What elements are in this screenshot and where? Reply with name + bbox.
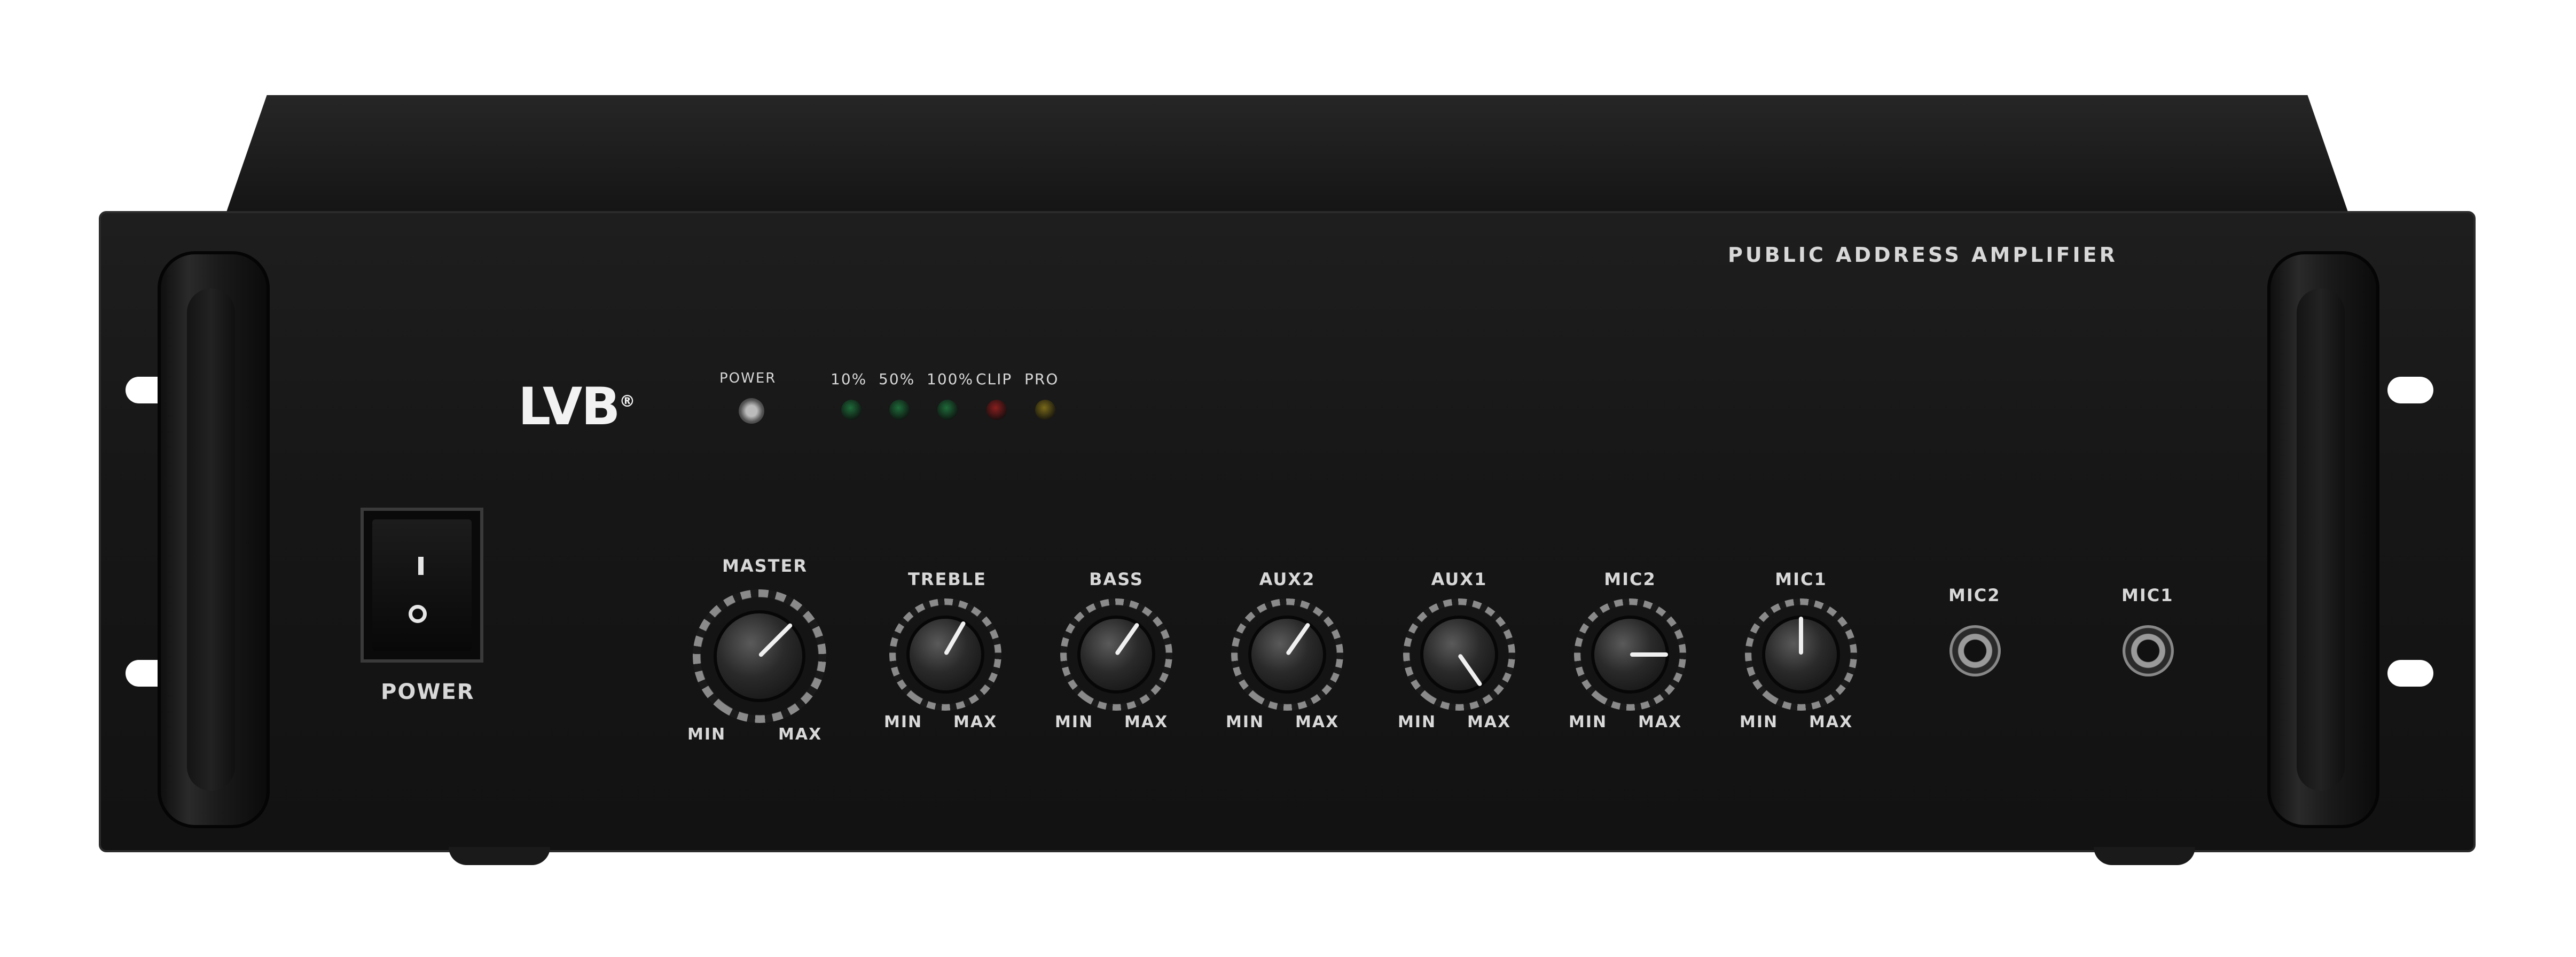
knob-max-label: MAX bbox=[1809, 713, 1853, 732]
control-knob[interactable] bbox=[693, 589, 826, 723]
knob-max-label: MAX bbox=[1638, 713, 1682, 732]
power-switch-label: POWER bbox=[381, 680, 475, 704]
power-rocker-switch[interactable] bbox=[361, 508, 483, 663]
control-knob[interactable] bbox=[1745, 598, 1857, 711]
brand-logo: LVB® bbox=[518, 377, 635, 437]
knob-label: AUX1 bbox=[1431, 569, 1487, 589]
rack-ear-hole bbox=[2387, 377, 2433, 403]
foot-right bbox=[2094, 847, 2195, 865]
brand-name: LVB bbox=[518, 377, 620, 437]
indicator-led-icon bbox=[937, 400, 958, 420]
knob-min-label: MIN bbox=[1226, 713, 1265, 732]
led-label: 50% bbox=[879, 370, 915, 388]
chassis-top-cover bbox=[224, 95, 2350, 218]
registered-mark: ® bbox=[619, 392, 635, 411]
knob-max-label: MAX bbox=[1295, 713, 1340, 732]
right-rack-handle[interactable] bbox=[2267, 251, 2379, 828]
knob-min-label: MIN bbox=[1569, 713, 1608, 732]
knob-pointer-icon bbox=[1799, 616, 1803, 655]
control-knob[interactable] bbox=[1574, 598, 1686, 711]
knob-label: AUX2 bbox=[1259, 569, 1316, 589]
knob-min-label: MIN bbox=[1398, 713, 1437, 732]
led-label: PRO bbox=[1024, 370, 1059, 388]
knob-min-label: MIN bbox=[1740, 713, 1779, 732]
led-label: 100% bbox=[927, 370, 974, 388]
knob-max-label: MAX bbox=[778, 725, 823, 744]
knob-max-label: MAX bbox=[1467, 713, 1512, 732]
knob-pointer-icon bbox=[1630, 652, 1669, 657]
amplifier-image: PUBLIC ADDRESS AMPLIFIER LVB® POWER POWE… bbox=[0, 0, 2576, 957]
knob-min-label: MIN bbox=[884, 713, 923, 732]
control-knob[interactable] bbox=[1060, 598, 1172, 711]
knob-label: MIC2 bbox=[1604, 569, 1656, 589]
foot-left bbox=[449, 847, 550, 865]
knob-label: MASTER bbox=[722, 556, 808, 576]
mic-input-jack[interactable] bbox=[1949, 625, 2001, 676]
indicator-led-icon bbox=[889, 400, 910, 420]
model-title: PUBLIC ADDRESS AMPLIFIER bbox=[1728, 243, 2118, 267]
knob-label: TREBLE bbox=[908, 569, 986, 589]
rack-ear-hole bbox=[2387, 660, 2433, 687]
left-rack-handle[interactable] bbox=[158, 251, 270, 828]
mic-input-jack[interactable] bbox=[2123, 625, 2174, 676]
control-knob[interactable] bbox=[889, 598, 1001, 711]
knob-min-label: MIN bbox=[1055, 713, 1094, 732]
off-symbol-icon bbox=[409, 605, 427, 623]
indicator-led-icon bbox=[986, 400, 1007, 420]
knob-label: BASS bbox=[1089, 569, 1144, 589]
on-symbol-icon bbox=[418, 557, 424, 575]
power-indicator-label: POWER bbox=[719, 370, 777, 386]
power-indicator-led-icon bbox=[739, 398, 764, 424]
rocker-paddle[interactable] bbox=[372, 519, 472, 651]
led-label: CLIP bbox=[976, 370, 1013, 388]
knob-max-label: MAX bbox=[1124, 713, 1169, 732]
knob-label: MIC1 bbox=[1775, 569, 1827, 589]
control-knob[interactable] bbox=[1403, 598, 1515, 711]
jack-label: MIC1 bbox=[2121, 585, 2174, 605]
led-label: 10% bbox=[831, 370, 867, 388]
jack-label: MIC2 bbox=[1948, 585, 2001, 605]
knob-max-label: MAX bbox=[953, 713, 998, 732]
control-knob[interactable] bbox=[1231, 598, 1343, 711]
indicator-led-icon bbox=[841, 400, 862, 420]
indicator-led-icon bbox=[1035, 400, 1055, 420]
knob-min-label: MIN bbox=[687, 725, 726, 744]
